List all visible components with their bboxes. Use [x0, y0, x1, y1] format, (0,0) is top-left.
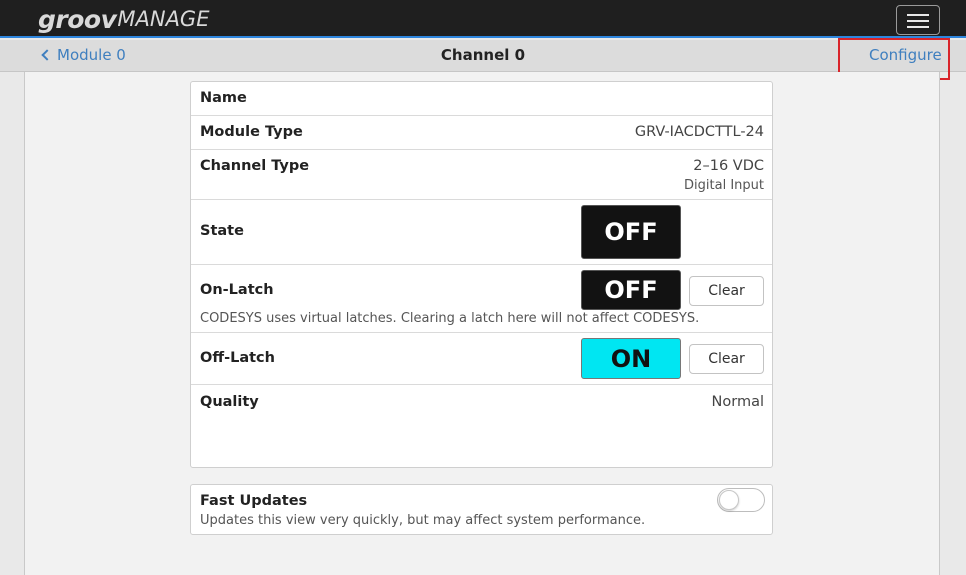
groov-manage-logo[interactable]: groov MANAGE: [38, 4, 210, 34]
channel-type-subvalue: Digital Input: [684, 178, 764, 193]
row-quality: Quality Normal: [191, 385, 772, 467]
state-label: State: [200, 223, 244, 239]
name-label: Name: [200, 90, 247, 106]
quality-label: Quality: [200, 394, 259, 410]
toggle-knob: [719, 490, 739, 510]
fast-updates-label: Fast Updates: [200, 493, 308, 509]
logo-text-groov: groov: [38, 4, 117, 34]
row-module-type: Module Type GRV-IACDCTTL-24: [191, 116, 772, 150]
channel-details-card: Name Module Type GRV-IACDCTTL-24 Channel…: [190, 81, 773, 468]
off-latch-label: Off-Latch: [200, 350, 275, 366]
row-on-latch: On-Latch OFF Clear CODESYS uses virtual …: [191, 265, 772, 333]
logo-text-manage: MANAGE: [117, 7, 210, 31]
page-title: Channel 0: [440, 46, 526, 64]
fast-updates-card: Fast Updates Updates this view very quic…: [190, 484, 773, 535]
hamburger-line: [907, 20, 929, 22]
module-type-value: GRV-IACDCTTL-24: [634, 124, 764, 140]
nav-bar: Module 0 Channel 0 Configure: [0, 38, 966, 80]
channel-type-value: 2–16 VDC: [693, 158, 764, 174]
on-latch-clear-button[interactable]: Clear: [689, 276, 764, 306]
on-latch-badge: OFF: [581, 270, 681, 310]
channel-type-label: Channel Type: [200, 158, 310, 174]
hamburger-line: [907, 26, 929, 28]
row-name: Name: [191, 82, 772, 116]
latch-note: CODESYS uses virtual latches. Clearing a…: [200, 311, 700, 326]
off-latch-badge: ON: [581, 338, 681, 379]
row-channel-type: Channel Type 2–16 VDC Digital Input: [191, 150, 772, 200]
row-state: State OFF: [191, 200, 772, 265]
quality-value: Normal: [711, 394, 764, 410]
on-latch-label: On-Latch: [200, 282, 274, 298]
fast-updates-description: Updates this view very quickly, but may …: [200, 513, 646, 528]
hamburger-menu-icon[interactable]: [896, 5, 940, 35]
top-bar: groov MANAGE: [0, 0, 966, 38]
off-latch-clear-button[interactable]: Clear: [689, 344, 764, 374]
module-type-label: Module Type: [200, 124, 303, 140]
fast-updates-toggle[interactable]: [717, 488, 765, 512]
configure-label: Configure: [869, 46, 942, 64]
state-badge: OFF: [581, 205, 681, 259]
row-off-latch: Off-Latch ON Clear: [191, 333, 772, 385]
hamburger-line: [907, 14, 929, 16]
